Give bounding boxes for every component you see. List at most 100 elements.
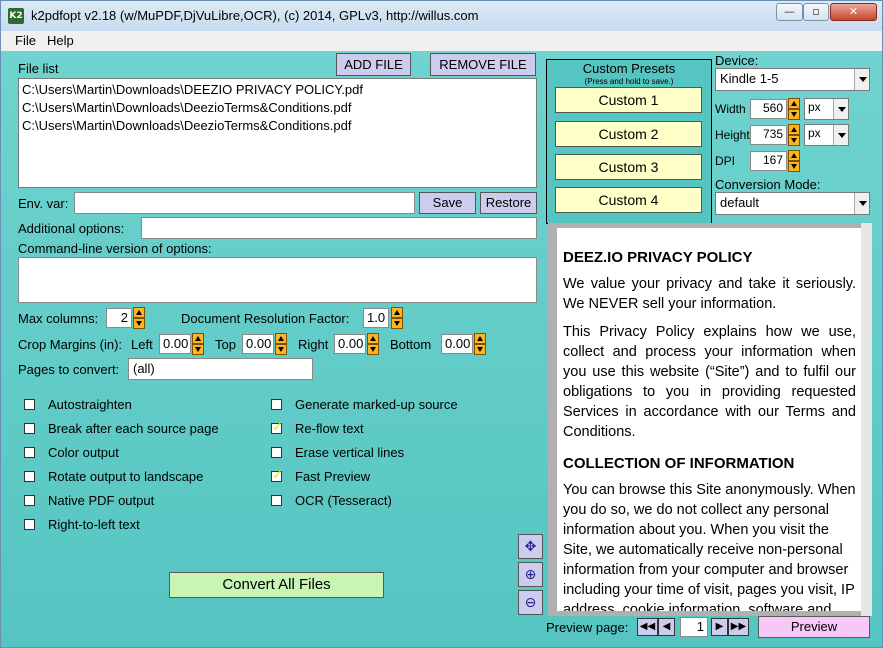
rtl-text-checkbox[interactable] (24, 519, 35, 530)
save-button[interactable]: Save (419, 192, 476, 214)
device-label: Device: (715, 53, 759, 68)
crop-left-label: Left (131, 337, 153, 352)
conversion-mode-label: Conversion Mode: (715, 177, 821, 192)
presets-subtitle: (Press and hold to save.) (584, 77, 674, 86)
width-unit-select[interactable]: px (804, 98, 849, 120)
custom-presets-panel: Custom Presets (Press and hold to save.)… (546, 59, 712, 224)
native-pdf-label: Native PDF output (48, 493, 155, 508)
preview-pane: DEEZ.IO PRIVACY POLICY We value your pri… (548, 223, 871, 616)
close-button[interactable]: ✕ (830, 3, 877, 21)
width-label: Width (715, 102, 746, 116)
custom-preset-3-button[interactable]: Custom 3 (555, 154, 702, 180)
file-list-item[interactable]: C:\Users\Martin\Downloads\DeezioTerms&Co… (22, 117, 533, 135)
additional-options-input[interactable] (141, 217, 537, 239)
crop-left-spinner[interactable] (192, 333, 204, 355)
autostraighten-checkbox[interactable] (24, 399, 35, 410)
file-list-label: File list (18, 61, 59, 76)
preview-paragraph: We value your privacy and take it seriou… (563, 276, 856, 312)
crop-right-input[interactable]: 0.00 (334, 334, 366, 354)
landscape-label: Rotate output to landscape (48, 469, 204, 484)
height-label: Height (715, 128, 750, 142)
marked-up-source-label: Generate marked-up source (295, 397, 458, 412)
preview-button[interactable]: Preview (758, 616, 870, 638)
restore-button[interactable]: Restore (480, 192, 537, 214)
width-input[interactable]: 560 (750, 99, 787, 119)
remove-file-button[interactable]: REMOVE FILE (430, 53, 536, 76)
zoom-out-icon[interactable]: ⊖ (518, 590, 543, 615)
preview-page: DEEZ.IO PRIVACY POLICY We value your pri… (557, 228, 862, 611)
reflow-text-checkbox[interactable]: ✓ (271, 418, 284, 434)
fast-preview-checkbox[interactable]: ✓ (271, 466, 284, 482)
menu-file[interactable]: File (15, 33, 36, 48)
crop-top-label: Top (215, 337, 236, 352)
first-page-icon[interactable]: ◀◀ (637, 618, 658, 636)
dpi-spinner[interactable] (788, 150, 800, 172)
next-page-icon[interactable]: ▶ (711, 618, 728, 636)
crop-right-spinner[interactable] (367, 333, 379, 355)
menu-help[interactable]: Help (47, 33, 74, 48)
crop-bottom-input[interactable]: 0.00 (441, 334, 473, 354)
crop-right-label: Right (298, 337, 329, 352)
rtl-text-label: Right-to-left text (48, 517, 140, 532)
chevron-down-icon (833, 99, 848, 119)
erase-lines-checkbox[interactable] (271, 447, 282, 458)
preview-scrollbar[interactable] (861, 223, 872, 616)
pages-input[interactable]: (all) (128, 358, 313, 380)
custom-preset-1-button[interactable]: Custom 1 (555, 87, 702, 113)
crop-left-input[interactable]: 0.00 (159, 334, 191, 354)
custom-preset-2-button[interactable]: Custom 2 (555, 121, 702, 147)
color-output-checkbox[interactable] (24, 447, 35, 458)
resolution-input[interactable]: 1.0 (363, 308, 389, 328)
pages-label: Pages to convert: (18, 362, 120, 377)
add-file-button[interactable]: ADD FILE (336, 53, 411, 76)
fit-page-icon[interactable]: ✥ (518, 534, 543, 559)
height-spinner[interactable] (788, 124, 800, 146)
file-listbox[interactable]: C:\Users\Martin\Downloads\DEEZIO PRIVACY… (18, 78, 537, 188)
max-columns-spinner[interactable] (133, 307, 145, 329)
marked-up-source-checkbox[interactable] (271, 399, 282, 410)
ocr-checkbox[interactable] (271, 495, 282, 506)
ocr-label: OCR (Tesseract) (295, 493, 392, 508)
minimize-button[interactable]: — (776, 3, 803, 21)
reflow-text-label: Re-flow text (295, 421, 364, 436)
env-var-label: Env. var: (18, 196, 69, 211)
file-list-item[interactable]: C:\Users\Martin\Downloads\DEEZIO PRIVACY… (22, 81, 533, 99)
maximize-button[interactable]: ▫ (803, 3, 829, 21)
native-pdf-checkbox[interactable] (24, 495, 35, 506)
max-columns-input[interactable]: 2 (106, 308, 132, 328)
crop-bottom-spinner[interactable] (474, 333, 486, 355)
color-output-label: Color output (48, 445, 119, 460)
prev-page-icon[interactable]: ◀ (658, 618, 675, 636)
break-page-checkbox[interactable] (24, 423, 35, 434)
crop-top-input[interactable]: 0.00 (242, 334, 274, 354)
convert-all-button[interactable]: Convert All Files (169, 572, 384, 598)
file-list-item[interactable]: C:\Users\Martin\Downloads\DeezioTerms&Co… (22, 99, 533, 117)
crop-margins-label: Crop Margins (in): (18, 337, 123, 352)
preview-page-input[interactable]: 1 (680, 617, 708, 637)
conversion-mode-value: default (720, 195, 760, 210)
device-select[interactable]: Kindle 1-5 (715, 68, 870, 91)
command-line-box[interactable] (18, 257, 537, 303)
zoom-in-icon[interactable]: ⊕ (518, 562, 543, 587)
conversion-mode-select[interactable]: default (715, 192, 870, 215)
k2-app-icon: K2 (8, 8, 24, 24)
menu-bar: File Help (1, 31, 882, 51)
height-input[interactable]: 735 (750, 125, 787, 145)
break-page-label: Break after each source page (48, 421, 219, 436)
preview-heading: COLLECTION OF INFORMATION (563, 455, 795, 472)
crop-bottom-label: Bottom (390, 337, 432, 352)
last-page-icon[interactable]: ▶▶ (728, 618, 749, 636)
height-unit-select[interactable]: px (804, 124, 849, 146)
custom-preset-4-button[interactable]: Custom 4 (555, 187, 702, 213)
dpi-input[interactable]: 167 (750, 151, 787, 171)
resolution-spinner[interactable] (391, 307, 403, 329)
env-var-input[interactable] (74, 192, 415, 214)
crop-top-spinner[interactable] (275, 333, 287, 355)
height-unit-value: px (808, 126, 821, 140)
chevron-down-icon (833, 125, 848, 145)
device-value: Kindle 1-5 (720, 71, 779, 86)
width-unit-value: px (808, 100, 821, 114)
landscape-checkbox[interactable] (24, 471, 35, 482)
width-spinner[interactable] (788, 98, 800, 120)
preview-heading: DEEZ.IO PRIVACY POLICY (563, 249, 753, 266)
